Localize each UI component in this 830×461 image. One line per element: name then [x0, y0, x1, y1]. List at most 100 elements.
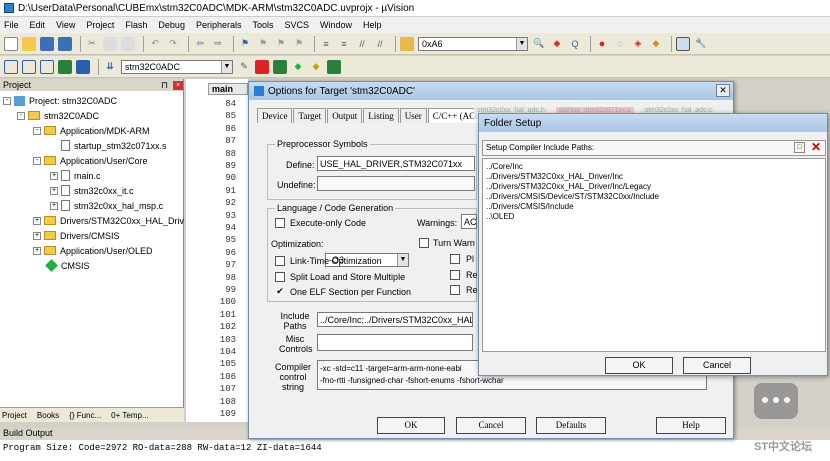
manage-components-icon[interactable]	[255, 59, 269, 74]
folder-cancel-button[interactable]: Cancel	[683, 357, 751, 374]
pin-icon[interactable]: ⊓	[161, 80, 168, 91]
incremental-find-icon[interactable]: ◆	[550, 37, 564, 51]
target-combo[interactable]: stm32C0ADC ▼	[121, 59, 233, 74]
event-recorder-icon[interactable]	[327, 59, 341, 74]
collapse-icon[interactable]: -	[33, 156, 41, 165]
chevron-down-icon[interactable]: ▼	[397, 254, 408, 266]
side-checkbox-3[interactable]	[450, 285, 460, 295]
menu-item[interactable]: File	[4, 20, 19, 30]
menu-item[interactable]: Window	[320, 20, 352, 30]
options-tab[interactable]: Device	[257, 108, 293, 123]
options-tab[interactable]: Target	[293, 108, 327, 123]
bookmark-prev-icon[interactable]: ⚑	[256, 37, 270, 51]
unindent-icon[interactable]: ≡	[337, 37, 351, 51]
delete-icon[interactable]: ✕	[811, 141, 821, 154]
uncomment-icon[interactable]: //	[373, 37, 387, 51]
folder-ok-button[interactable]: OK	[605, 357, 673, 374]
run-time-env-icon[interactable]: ◆	[291, 60, 305, 74]
menu-item[interactable]: SVCS	[285, 20, 310, 30]
chevron-down-icon[interactable]: ▼	[221, 60, 232, 73]
include-path-item[interactable]: ../Drivers/STM32C0xx_HAL_Driver/Inc	[486, 172, 623, 181]
cut-icon[interactable]: ✂	[85, 37, 99, 51]
expand-icon[interactable]: +	[33, 216, 41, 225]
tree-file[interactable]: + stm32c0xx_hal_msp.c	[50, 198, 163, 213]
save-all-icon[interactable]	[58, 36, 72, 51]
define-input[interactable]: USE_HAL_DRIVER,STM32C071xx	[317, 156, 475, 171]
configure-icon[interactable]: 🔧	[694, 37, 708, 51]
window-layout-icon[interactable]	[676, 36, 690, 51]
tree-cmsis[interactable]: CMSIS	[45, 258, 90, 273]
expand-icon[interactable]: +	[50, 186, 58, 195]
tree-group[interactable]: - Application/User/Core	[33, 153, 148, 168]
include-path-item[interactable]: ../Core/Inc	[486, 162, 523, 171]
find-icon[interactable]: 🔍	[532, 37, 546, 51]
options-tab[interactable]: Output	[327, 108, 363, 123]
new-folder-icon[interactable]: □	[794, 142, 805, 153]
save-icon[interactable]	[40, 36, 54, 51]
close-icon[interactable]: ×	[173, 80, 183, 90]
chevron-down-icon[interactable]: ▼	[516, 37, 527, 50]
cancel-button[interactable]: Cancel	[456, 417, 526, 434]
include-paths-list[interactable]: ../Core/Inc ../Drivers/STM32C0xx_HAL_Driv…	[482, 158, 826, 352]
menu-item[interactable]: Project	[86, 20, 114, 30]
include-path-item[interactable]: ..\OLED	[486, 212, 514, 221]
tree-group[interactable]: + Drivers/STM32C0xx_HAL_Driv	[33, 213, 184, 228]
panel-tab[interactable]: Books	[35, 411, 61, 420]
split-load-checkbox[interactable]	[275, 272, 285, 282]
download-icon[interactable]: ⇊	[103, 60, 117, 74]
undo-icon[interactable]: ↶	[148, 37, 162, 51]
side-checkbox-1[interactable]	[450, 254, 460, 264]
rebuild-icon[interactable]	[40, 59, 54, 74]
collapse-icon[interactable]: -	[3, 96, 11, 105]
breakpoint-disable-icon[interactable]: ○	[613, 37, 627, 51]
turn-warnings-checkbox[interactable]	[419, 238, 429, 248]
redo-icon[interactable]: ↷	[166, 37, 180, 51]
menu-item[interactable]: Peripherals	[196, 20, 242, 30]
breakpoint-icon[interactable]: ●	[595, 37, 609, 51]
menu-item[interactable]: Debug	[158, 20, 185, 30]
include-paths-input[interactable]: ../Core/Inc;../Drivers/STM32C0xx_HAL_	[317, 312, 473, 327]
menu-item[interactable]: View	[56, 20, 75, 30]
ok-button[interactable]: OK	[377, 417, 445, 434]
tree-file[interactable]: + main.c	[50, 168, 101, 183]
debug-session-icon[interactable]: Q	[568, 37, 582, 51]
bookmark-icon[interactable]: ⚑	[238, 37, 252, 51]
copy-icon[interactable]	[103, 36, 117, 51]
tree-file[interactable]: + stm32c0xx_it.c	[50, 183, 134, 198]
tree-group[interactable]: + Application/User/OLED	[33, 243, 153, 258]
link-time-checkbox[interactable]	[275, 256, 285, 266]
breakpoint-kill-icon[interactable]: ◈	[631, 37, 645, 51]
menu-item[interactable]: Flash	[125, 20, 147, 30]
build-icon[interactable]	[22, 59, 36, 74]
editor-tab[interactable]: main	[208, 83, 248, 95]
tree-project-root[interactable]: - Project: stm32C0ADC	[3, 93, 117, 108]
indent-icon[interactable]: ≡	[319, 37, 333, 51]
undefine-input[interactable]	[317, 176, 475, 191]
paste-icon[interactable]	[121, 36, 135, 51]
defaults-button[interactable]: Defaults	[536, 417, 606, 434]
tree-target[interactable]: - stm32C0ADC	[17, 108, 99, 123]
tree-group[interactable]: + Drivers/CMSIS	[33, 228, 120, 243]
include-path-item[interactable]: ../Drivers/CMSIS/Include	[486, 202, 574, 211]
menu-item[interactable]: Edit	[30, 20, 46, 30]
batch-build-icon[interactable]	[58, 59, 72, 74]
expand-icon[interactable]: +	[33, 231, 41, 240]
load-icon[interactable]	[76, 59, 90, 74]
select-pack-icon[interactable]	[273, 59, 287, 74]
include-path-item[interactable]: ../Drivers/STM32C0xx_HAL_Driver/Inc/Lega…	[486, 182, 651, 191]
include-path-item[interactable]: ../Drivers/CMSIS/Device/ST/STM32C0xx/Inc…	[486, 192, 659, 201]
collapse-icon[interactable]: -	[17, 111, 25, 120]
execute-only-checkbox[interactable]	[275, 218, 285, 228]
expand-icon[interactable]: +	[50, 201, 58, 210]
nav-forward-icon[interactable]: ⇨	[211, 37, 225, 51]
warnings-select[interactable]: AC	[461, 214, 477, 229]
expand-icon[interactable]: +	[33, 246, 41, 255]
breakpoint-all-icon[interactable]: ◆	[649, 37, 663, 51]
translate-icon[interactable]	[4, 59, 18, 74]
menu-item[interactable]: Help	[363, 20, 382, 30]
new-file-icon[interactable]	[4, 36, 18, 51]
expand-icon[interactable]: +	[50, 171, 58, 180]
bookmark-clear-icon[interactable]: ⚑	[292, 37, 306, 51]
help-button[interactable]: Help	[656, 417, 726, 434]
side-checkbox-2[interactable]	[450, 270, 460, 280]
